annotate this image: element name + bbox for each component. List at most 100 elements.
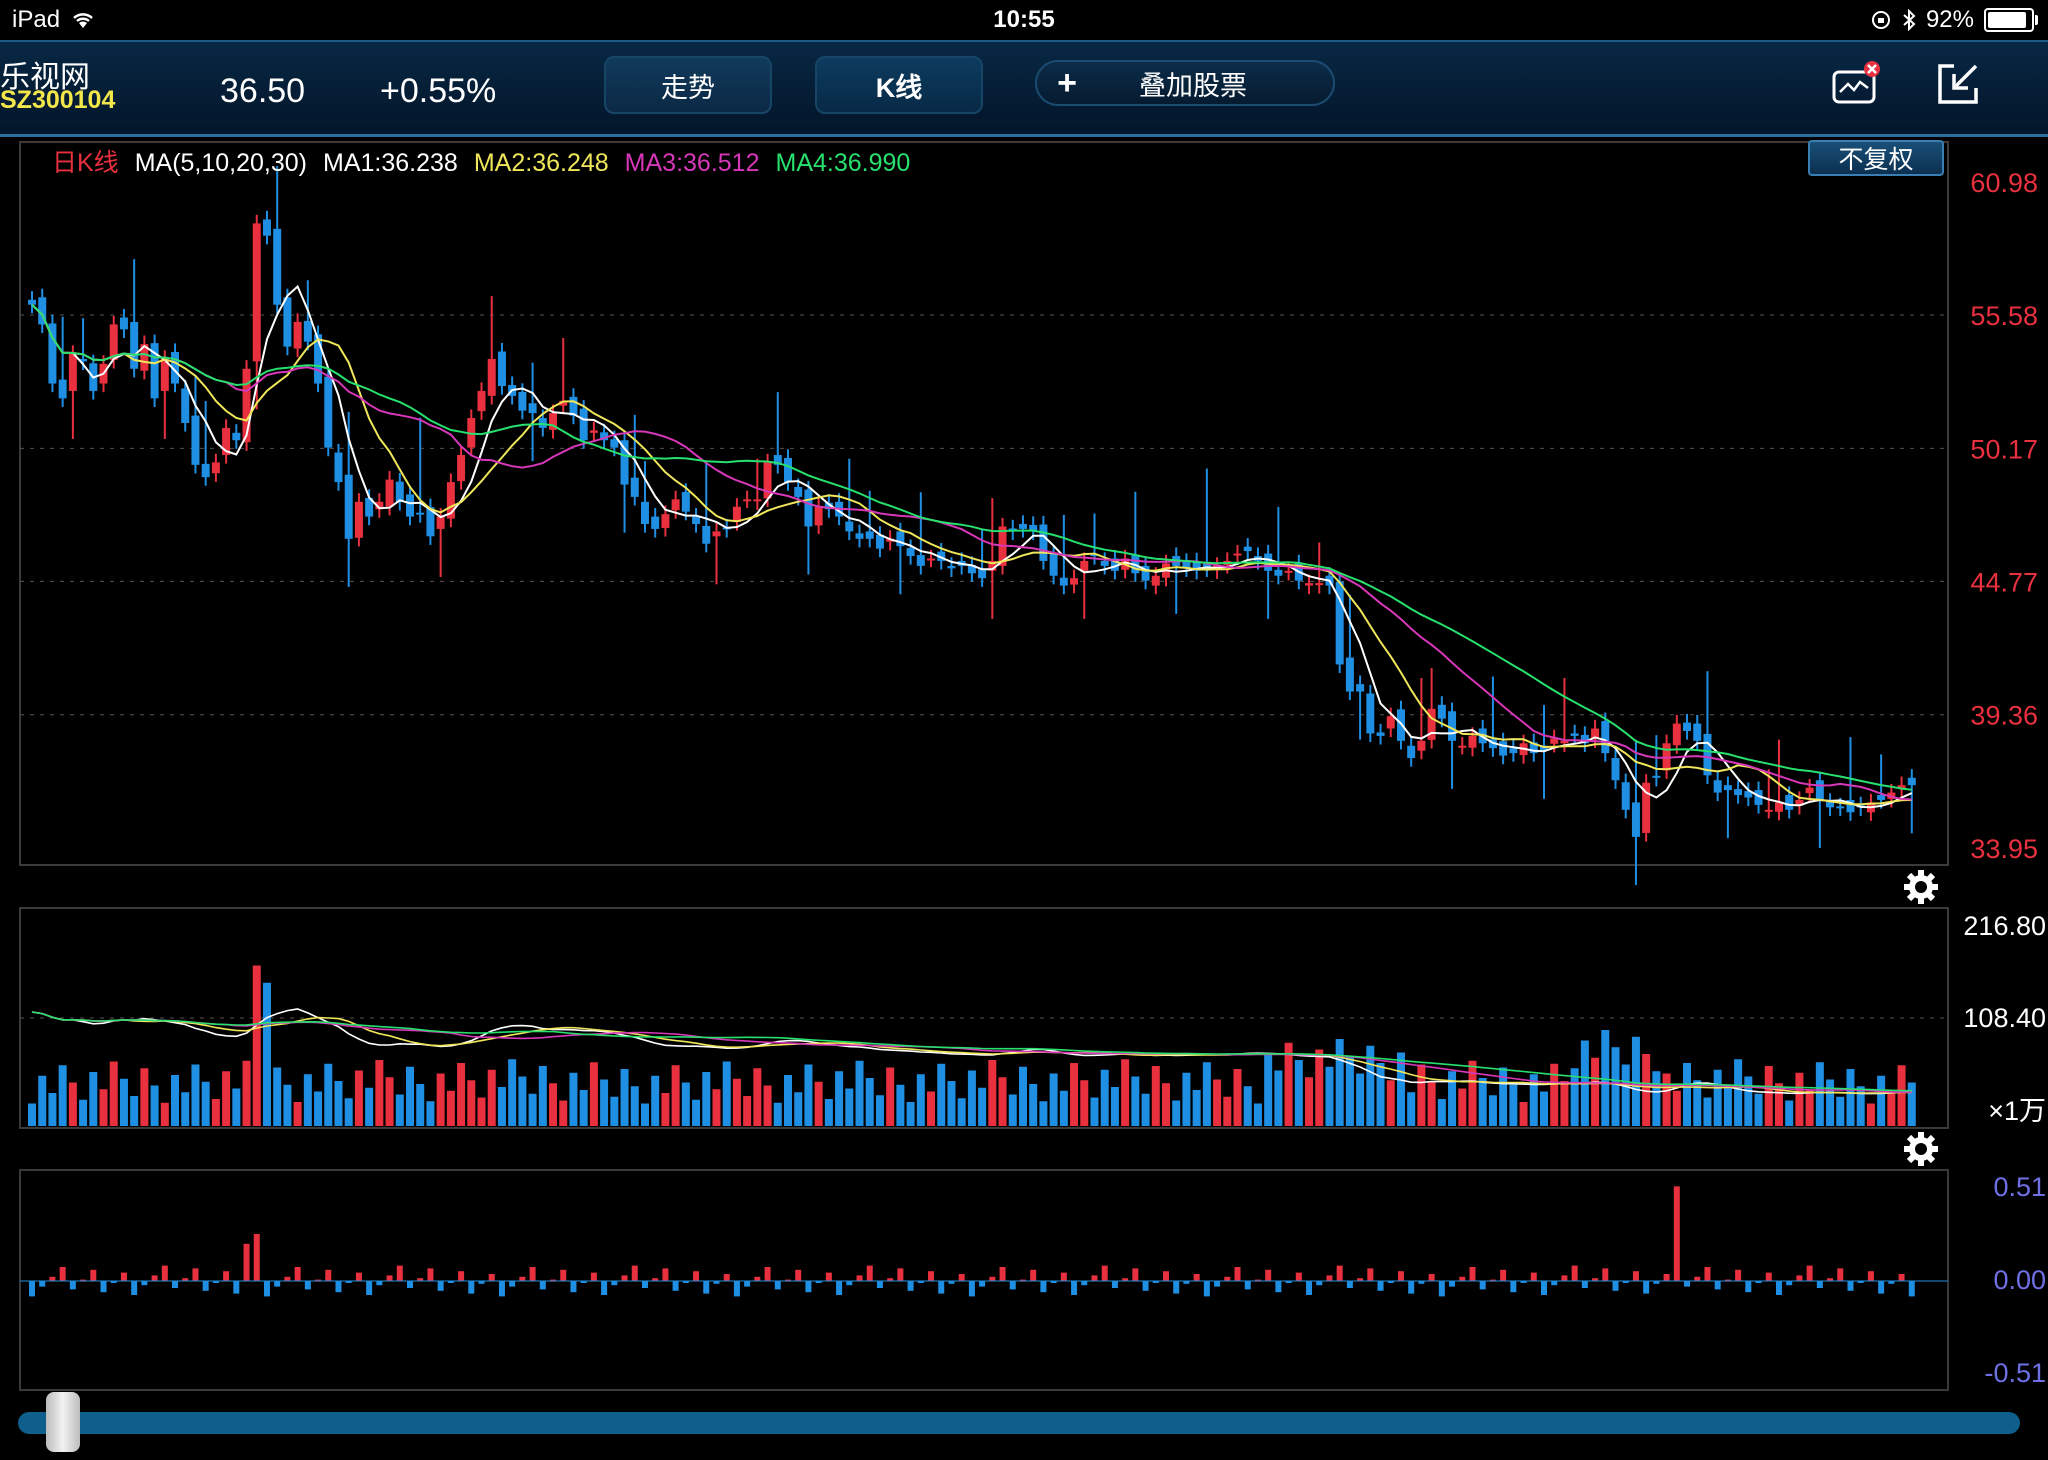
volume-settings-gear-icon[interactable] <box>1901 867 1941 907</box>
indicator-bar <box>1684 1281 1691 1287</box>
candle-body <box>334 452 343 483</box>
indicator-bar <box>1275 1281 1282 1293</box>
overlay-stock-label: 叠加股票 <box>1139 70 1247 101</box>
indicator-bar <box>1346 1281 1353 1288</box>
indicator-bar <box>437 1281 444 1291</box>
volume-bar <box>1601 1030 1610 1126</box>
volume-bar <box>1029 1084 1038 1126</box>
candle-body <box>916 555 925 566</box>
tab-kline[interactable]: K线 <box>815 56 983 114</box>
indicator-bar <box>1336 1265 1343 1281</box>
candle-body <box>1233 553 1242 556</box>
volume-bar <box>457 1063 466 1126</box>
indicator-bar <box>243 1243 250 1281</box>
volume-bar <box>835 1071 844 1126</box>
indicator-bar <box>774 1281 781 1290</box>
volume-bar <box>712 1089 721 1126</box>
indicator-bar <box>1081 1281 1088 1286</box>
candle-body <box>385 479 394 507</box>
candle-body <box>1723 785 1732 791</box>
candle-body <box>1805 787 1814 794</box>
volume-bar <box>824 1099 833 1126</box>
kline-chart[interactable]: 60.98 55.58 50.17 44.77 39.36 33.95 216.80 108.… <box>0 135 2048 1460</box>
indicator-bar <box>49 1276 56 1281</box>
volume-bar <box>1458 1088 1467 1126</box>
candle-body <box>681 491 690 512</box>
indicator-bar <box>1673 1186 1680 1281</box>
volume-bar <box>28 1103 36 1126</box>
tab-trend[interactable]: 走势 <box>604 56 772 114</box>
indicator-bar <box>1214 1281 1221 1287</box>
candle-body <box>579 408 588 441</box>
candle-body <box>794 487 803 497</box>
volume-bar <box>600 1079 609 1126</box>
volume-bar <box>1540 1091 1548 1126</box>
indicator-bar <box>846 1281 853 1286</box>
indicator-bar <box>1397 1271 1404 1281</box>
volume-bar <box>845 1088 854 1126</box>
candle-body <box>497 351 506 387</box>
indicator-bar <box>1581 1281 1588 1288</box>
indicator-bar <box>1541 1281 1547 1295</box>
volume-bar <box>957 1098 966 1126</box>
clock: 10:55 <box>993 6 1055 33</box>
volume-bar <box>375 1060 384 1126</box>
indicator-bar <box>529 1267 536 1281</box>
candle-body <box>119 317 128 330</box>
candle-body <box>1621 782 1630 810</box>
volume-bar <box>1345 1056 1354 1126</box>
ma1-value: MA1:36.238 <box>323 149 458 177</box>
ma4-value: MA4:36.990 <box>775 149 911 177</box>
indicator-bar <box>253 1234 260 1281</box>
candle-body <box>1243 546 1252 552</box>
volume-bar <box>722 1061 731 1126</box>
volume-bar <box>283 1084 292 1126</box>
chart-alert-icon[interactable] <box>1832 60 1880 108</box>
candle-body <box>1509 748 1518 754</box>
indicator-bar <box>907 1281 914 1291</box>
rotation-lock-icon <box>1871 11 1890 29</box>
indicator-bar <box>1479 1281 1486 1290</box>
candle-body <box>283 297 292 347</box>
volume-bar <box>344 1098 353 1126</box>
overlay-stock-button[interactable]: + 叠加股票 <box>1035 60 1335 106</box>
volume-bar <box>1550 1063 1559 1126</box>
candle-body <box>416 512 425 515</box>
volume-bar <box>1611 1047 1620 1126</box>
indicator-bar <box>223 1271 230 1281</box>
volume-bar <box>1018 1066 1027 1126</box>
candle-body <box>232 432 241 441</box>
adjustment-button[interactable]: 不复权 <box>1808 140 1944 176</box>
volume-bar <box>1887 1093 1896 1126</box>
volume-bar <box>171 1075 180 1126</box>
volume-bar <box>732 1078 741 1126</box>
indicator-bar <box>621 1275 628 1281</box>
volume-bar <box>487 1069 496 1126</box>
indicator-bar <box>1173 1281 1180 1294</box>
indicator-settings-gear-icon[interactable] <box>1901 1129 1941 1169</box>
indicator-bar <box>1030 1269 1037 1281</box>
volume-bar <box>1407 1092 1416 1126</box>
candle-body <box>487 358 496 396</box>
volume-bar <box>1662 1073 1671 1126</box>
indicator-bar <box>733 1281 740 1297</box>
volume-bar <box>385 1077 394 1126</box>
indicator-bar <box>1438 1281 1445 1297</box>
bluetooth-icon <box>1903 9 1916 31</box>
candle-body <box>610 439 619 448</box>
indicator-bar <box>1132 1268 1139 1281</box>
volume-bar <box>1683 1063 1692 1126</box>
candle-body <box>855 533 864 539</box>
volume-bar <box>937 1063 946 1126</box>
scrollbar-handle[interactable] <box>46 1392 80 1452</box>
time-scrollbar[interactable] <box>18 1412 2020 1434</box>
indicator-axis-label: 0.00 <box>1993 1265 2046 1295</box>
volume-bar <box>242 1060 251 1126</box>
indicator-bar <box>1908 1281 1915 1297</box>
candle-body <box>1764 809 1773 812</box>
candle-body <box>324 376 333 448</box>
volume-bar <box>365 1087 374 1126</box>
exit-fullscreen-icon[interactable] <box>1934 60 1982 108</box>
volume-bar <box>1070 1063 1079 1126</box>
volume-bar <box>1253 1103 1262 1126</box>
